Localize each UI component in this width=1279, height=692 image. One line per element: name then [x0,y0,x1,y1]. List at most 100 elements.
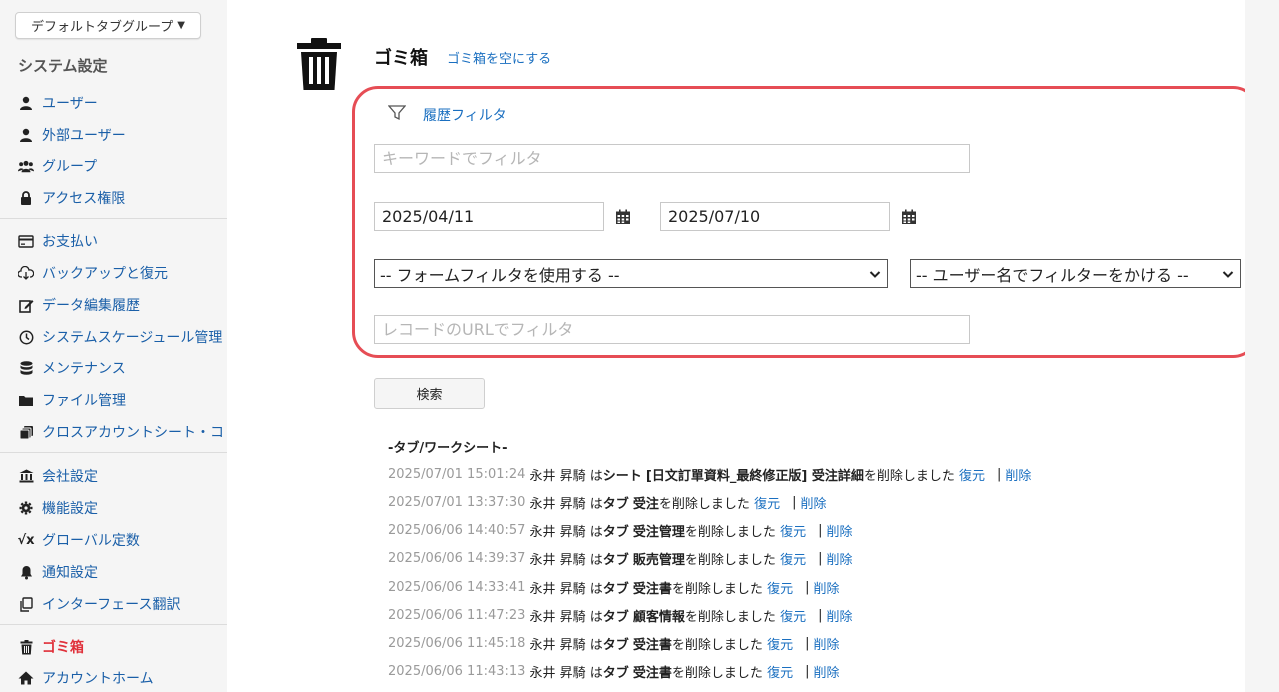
copy-icon [18,596,34,612]
log-timestamp: 2025/06/06 14:40:57 [388,522,526,538]
sidebar-item-backup[interactable]: バックアップと復元 [18,262,168,284]
sidebar-item-label: グローバル定数 [42,533,140,549]
log-user: 永井 昇騎 [529,581,586,597]
log-suffix: を削除しました [684,552,776,568]
sidebar-item-label: 外部ユーザー [42,128,126,144]
log-mid: は [589,524,603,540]
log-suffix: を削除しました [671,581,763,597]
sidebar-item-label: バックアップと復元 [42,266,168,282]
log-timestamp: 2025/06/06 14:33:41 [388,579,526,595]
user-filter-select[interactable]: -- ユーザー名でフィルターをかける -- [910,259,1241,288]
tab-group-dropdown[interactable]: デフォルトタブグループ ▼ [15,12,201,39]
restore-link[interactable]: 復元 [754,493,780,512]
delete-link[interactable]: 削除 [1005,465,1031,484]
sidebar-item-account-home[interactable]: アカウントホーム [18,667,154,689]
delete-link[interactable]: 削除 [826,549,852,568]
log-suffix: を削除しました [658,496,750,512]
sidebar-item-label: 機能設定 [42,501,98,517]
search-button[interactable]: 検索 [374,378,485,409]
filter-toggle[interactable]: 履歴フィルタ [423,105,507,125]
tab-group-label: デフォルトタブグループ [31,20,174,35]
sidebar-item-company[interactable]: 会社設定 [18,465,98,487]
sidebar-item-groups[interactable]: グループ [18,155,97,177]
sidebar-item-label: クロスアカウントシート・コ [42,425,224,441]
funnel-icon[interactable] [387,105,407,121]
sqrt-x-icon: √x [17,532,35,548]
sidebar-item-billing[interactable]: お支払い [18,230,98,252]
date-to-input[interactable] [660,202,890,231]
sidebar-item-schedule[interactable]: システムスケージュール管理 [18,326,222,348]
restore-link[interactable]: 復元 [780,549,806,568]
log-timestamp: 2025/06/06 14:39:37 [388,550,526,566]
log-type: タブ [602,524,629,540]
sidebar-item-users[interactable]: ユーザー [18,92,98,114]
delete-link[interactable]: 削除 [826,606,852,625]
caret-down-icon: ▼ [177,20,185,31]
sidebar-item-label: 通知設定 [42,565,98,581]
sidebar-item-label: データ編集履歴 [42,298,140,314]
sidebar-item-label: グループ [42,159,98,175]
sidebar-item-translation[interactable]: インターフェース翻訳 [18,593,180,615]
chevron-down-icon [869,266,881,280]
restore-link[interactable]: 復元 [780,606,806,625]
log-user: 永井 昇騎 [529,496,586,512]
section-title: システム設定 [18,57,108,75]
page-title: ゴミ箱 [374,48,428,69]
restore-link[interactable]: 復元 [767,578,793,597]
log-row: 2025/06/06 11:47:23 永井 昇騎 はタブ 顧客情報 を削除しまし… [388,606,853,625]
sidebar-item-label: ユーザー [42,96,98,112]
sidebar-item-trash[interactable]: ゴミ箱 [18,636,84,658]
date-from-input[interactable] [374,202,604,231]
sidebar-item-edit-history[interactable]: データ編集履歴 [18,294,140,316]
log-name: 顧客情報 [632,609,685,625]
delete-link[interactable]: 削除 [826,521,852,540]
delete-link[interactable]: 削除 [800,493,826,512]
user-icon [18,95,34,111]
form-filter-value: -- フォームフィルタを使用する -- [380,265,620,285]
log-type: タブ [602,609,629,625]
url-filter-input[interactable] [374,315,970,344]
folder-icon [18,392,34,408]
keyword-filter-input[interactable] [374,144,970,173]
trash-icon [297,38,341,90]
calendar-icon[interactable] [901,209,917,225]
log-mid: は [589,552,603,568]
clock-icon [18,329,34,345]
log-mid: は [589,637,603,653]
sidebar-item-label: 会社設定 [42,469,98,485]
log-type: シート [602,468,642,484]
credit-card-icon [18,233,34,249]
sidebar-item-file-management[interactable]: ファイル管理 [18,389,126,411]
restore-link[interactable]: 復元 [959,465,985,484]
calendar-icon[interactable] [615,209,631,225]
log-suffix: を削除しました [671,637,763,653]
log-suffix: を削除しました [684,609,776,625]
bank-icon [18,468,34,484]
restore-link[interactable]: 復元 [767,634,793,653]
log-name: 受注管理 [632,524,685,540]
empty-trash-link[interactable]: ゴミ箱を空にする [447,48,551,67]
sidebar-item-label: メンテナンス [42,361,126,377]
sidebar-item-access[interactable]: アクセス権限 [18,187,125,209]
delete-link[interactable]: 削除 [813,634,839,653]
form-filter-select[interactable]: -- フォームフィルタを使用する -- [374,259,888,288]
log-timestamp: 2025/06/06 11:47:23 [388,607,526,623]
sidebar-item-external-users[interactable]: 外部ユーザー [18,124,126,146]
delete-link[interactable]: 削除 [813,662,839,681]
sidebar-item-features[interactable]: 機能設定 [18,497,98,519]
restore-link[interactable]: 復元 [780,521,806,540]
log-timestamp: 2025/06/06 11:43:13 [388,663,526,679]
log-timestamp: 2025/07/01 15:01:24 [388,466,526,482]
sidebar-item-cross-account[interactable]: クロスアカウントシート・コ [18,421,224,443]
log-user: 永井 昇騎 [529,665,586,681]
sidebar-item-maintenance[interactable]: メンテナンス [18,357,126,379]
sidebar: デフォルトタブグループ ▼ システム設定 ユーザー 外部ユーザー グループ アク… [0,0,227,692]
log-suffix: を削除しました [684,524,776,540]
delete-link[interactable]: 削除 [813,578,839,597]
restore-link[interactable]: 復元 [767,662,793,681]
log-mid: は [589,468,603,484]
sidebar-item-global-constants[interactable]: √x グローバル定数 [17,529,140,551]
sidebar-item-notifications[interactable]: 通知設定 [18,561,98,583]
sidebar-item-label: システムスケージュール管理 [42,330,223,346]
sidebar-item-label: お支払い [42,234,98,250]
